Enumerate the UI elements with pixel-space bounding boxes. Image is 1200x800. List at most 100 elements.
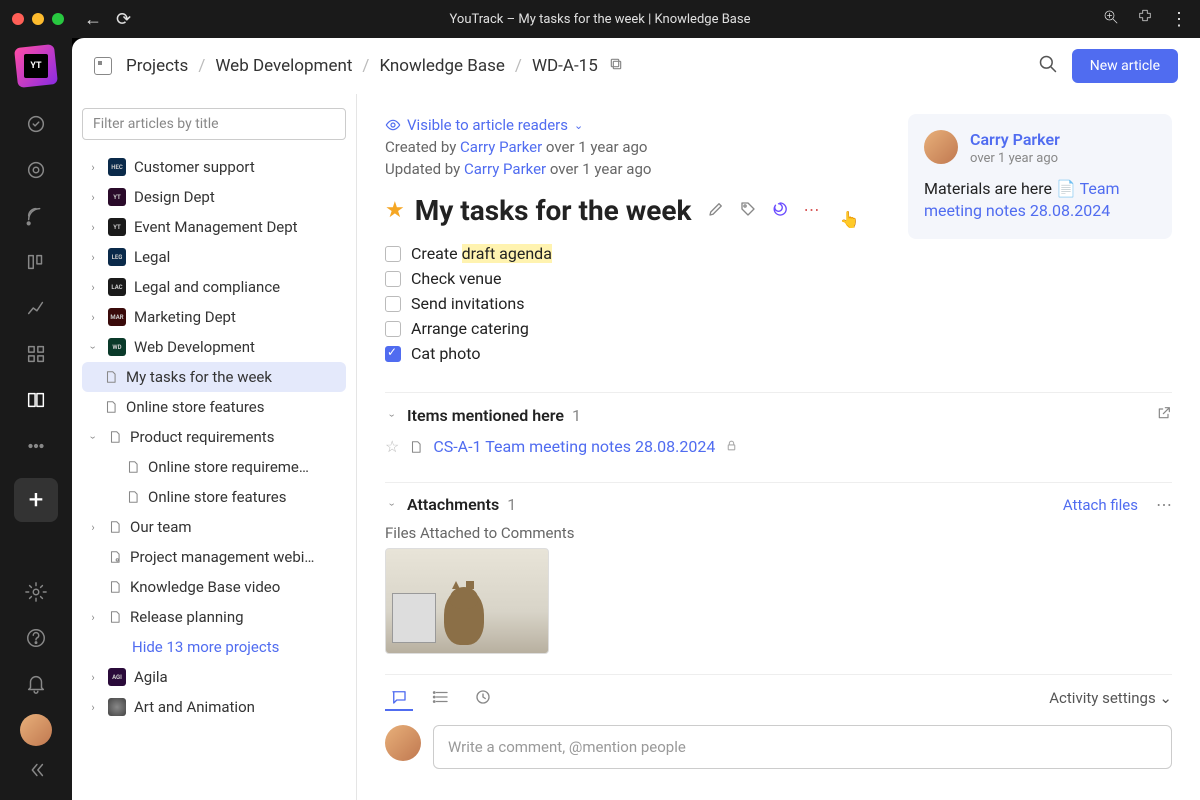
checkbox[interactable] — [385, 271, 401, 287]
nav-issues-icon[interactable] — [14, 102, 58, 146]
author-link[interactable]: Carry Parker — [460, 138, 542, 156]
nav-dashboards-icon[interactable] — [14, 148, 58, 192]
sidebar-item-art[interactable]: ›Art and Animation — [82, 692, 346, 722]
star-outline-icon[interactable]: ☆ — [385, 437, 399, 456]
sidebar-item-legal[interactable]: ›LEGLegal — [82, 242, 346, 272]
project-icon[interactable] — [94, 57, 112, 75]
sidebar-item-design[interactable]: ›YTDesign Dept — [82, 182, 346, 212]
crumb-project[interactable]: Web Development — [215, 56, 352, 76]
sidebar-item-product-req[interactable]: ›Product requirements — [82, 422, 346, 452]
hide-more-projects-link[interactable]: Hide 13 more projects — [82, 632, 346, 662]
crumb-kb[interactable]: Knowledge Base — [379, 56, 504, 76]
filter-articles-input[interactable] — [82, 108, 346, 140]
comment-timestamp: over 1 year ago — [970, 151, 1060, 166]
back-button[interactable]: ← — [84, 9, 102, 30]
sidebar-article-store-feat[interactable]: Online store features — [82, 482, 346, 512]
checkbox-checked[interactable] — [385, 346, 401, 362]
sidebar-item-marketing[interactable]: ›MARMarketing Dept — [82, 302, 346, 332]
sidebar-item-legal-compliance[interactable]: ›LACLegal and compliance — [82, 272, 346, 302]
nav-reports-icon[interactable] — [14, 286, 58, 330]
nav-agile-icon[interactable] — [14, 194, 58, 238]
comment-author-avatar[interactable] — [924, 130, 958, 164]
article-tree-sidebar: ›HECCustomer support ›YTDesign Dept ›YTE… — [72, 94, 357, 800]
zoom-icon[interactable] — [1102, 8, 1120, 30]
sidebar-item-kb-video[interactable]: ›Knowledge Base video — [82, 572, 346, 602]
history-time-tab-icon[interactable] — [469, 685, 497, 711]
close-window-button[interactable] — [12, 13, 24, 25]
comment-author-link[interactable]: Carry Parker — [970, 130, 1060, 149]
overflow-menu-icon[interactable]: ⋮ — [1170, 9, 1188, 30]
user-avatar[interactable] — [20, 714, 52, 746]
sidebar-article-my-tasks[interactable]: My tasks for the week — [82, 362, 346, 392]
mention-row: ☆ CS-A-1 Team meeting notes 28.08.2024 — [385, 437, 1172, 456]
sidebar-item-pmw[interactable]: ›Project management webi… — [82, 542, 346, 572]
document-icon — [108, 429, 122, 445]
nav-more-icon[interactable] — [14, 424, 58, 468]
ai-icon[interactable] — [771, 200, 789, 222]
star-icon[interactable]: ★ — [385, 198, 405, 223]
cat-photo-placeholder — [444, 589, 484, 645]
attachments-more-icon[interactable]: ⋯ — [1156, 495, 1172, 514]
comment-input[interactable] — [433, 725, 1172, 769]
checkbox[interactable] — [385, 246, 401, 262]
mentions-section-header[interactable]: › Items mentioned here 1 — [385, 405, 1172, 425]
checklist-item[interactable]: Check venue — [385, 266, 1172, 291]
checkbox[interactable] — [385, 321, 401, 337]
activity-settings-dropdown[interactable]: Activity settings ⌄ — [1049, 689, 1172, 707]
attach-files-link[interactable]: Attach files — [1063, 496, 1138, 514]
sidebar-item-agila[interactable]: ›AGIAgila — [82, 662, 346, 692]
attachment-thumbnail[interactable] — [385, 548, 549, 654]
checklist: Create draft agenda Check venue Send inv… — [385, 241, 1172, 366]
new-article-button[interactable]: New article — [1072, 49, 1178, 83]
sidebar-item-release[interactable]: ›Release planning — [82, 602, 346, 632]
sidebar-article-online-store[interactable]: Online store features — [82, 392, 346, 422]
help-icon[interactable] — [14, 616, 58, 660]
comments-tab-icon[interactable] — [385, 685, 413, 711]
updater-link[interactable]: Carry Parker — [464, 160, 546, 178]
checklist-item[interactable]: Arrange catering — [385, 316, 1172, 341]
comment-avatar — [385, 725, 421, 761]
nav-apps-icon[interactable] — [14, 332, 58, 376]
project-badge: AGI — [108, 668, 126, 686]
crumb-projects[interactable]: Projects — [126, 56, 188, 76]
nav-knowledge-base-icon[interactable] — [14, 378, 58, 422]
sidebar-item-event[interactable]: ›YTEvent Management Dept — [82, 212, 346, 242]
checkbox[interactable] — [385, 296, 401, 312]
collapse-rail-icon[interactable] — [14, 748, 58, 792]
crumb-id[interactable]: WD-A-15 — [532, 56, 598, 76]
project-badge — [108, 698, 126, 716]
maximize-window-button[interactable] — [52, 13, 64, 25]
project-badge: LAC — [108, 278, 126, 296]
mention-link[interactable]: CS-A-1 Team meeting notes 28.08.2024 — [433, 437, 715, 456]
sidebar-item-customer-support[interactable]: ›HECCustomer support — [82, 152, 346, 182]
open-external-icon[interactable] — [1156, 405, 1172, 425]
search-icon[interactable] — [1038, 54, 1058, 78]
locked-doc-icon — [108, 549, 122, 565]
history-list-tab-icon[interactable] — [427, 685, 455, 711]
tag-icon[interactable] — [739, 200, 757, 222]
document-icon — [104, 399, 118, 415]
checklist-item[interactable]: Send invitations — [385, 291, 1172, 316]
sidebar-item-our-team[interactable]: ›Our team — [82, 512, 346, 542]
app-logo[interactable]: YT — [14, 44, 58, 88]
sidebar-item-web-development[interactable]: ›WDWeb Development — [82, 332, 346, 362]
reload-button[interactable]: ⟳ — [116, 9, 131, 30]
nav-board-icon[interactable] — [14, 240, 58, 284]
sidebar-article-store-req[interactable]: Online store requireme… — [82, 452, 346, 482]
project-badge: MAR — [108, 308, 126, 326]
document-icon — [108, 579, 122, 595]
checklist-item[interactable]: Cat photo — [385, 341, 1172, 366]
extensions-icon[interactable] — [1136, 8, 1154, 30]
settings-icon[interactable] — [14, 570, 58, 614]
checklist-item[interactable]: Create draft agenda — [385, 241, 1172, 266]
titlebar: ← ⟳ YouTrack – My tasks for the week | K… — [0, 0, 1200, 38]
notifications-icon[interactable] — [14, 662, 58, 706]
more-actions-icon[interactable]: ⋯ — [803, 200, 819, 222]
create-button[interactable]: + — [14, 478, 58, 522]
edit-icon[interactable] — [707, 200, 725, 222]
attachments-section-header[interactable]: › Attachments 1 Attach files ⋯ — [385, 495, 1172, 514]
minimize-window-button[interactable] — [32, 13, 44, 25]
document-icon — [104, 369, 118, 385]
copy-id-icon[interactable] — [608, 56, 624, 77]
chevron-down-icon: › — [386, 408, 399, 422]
